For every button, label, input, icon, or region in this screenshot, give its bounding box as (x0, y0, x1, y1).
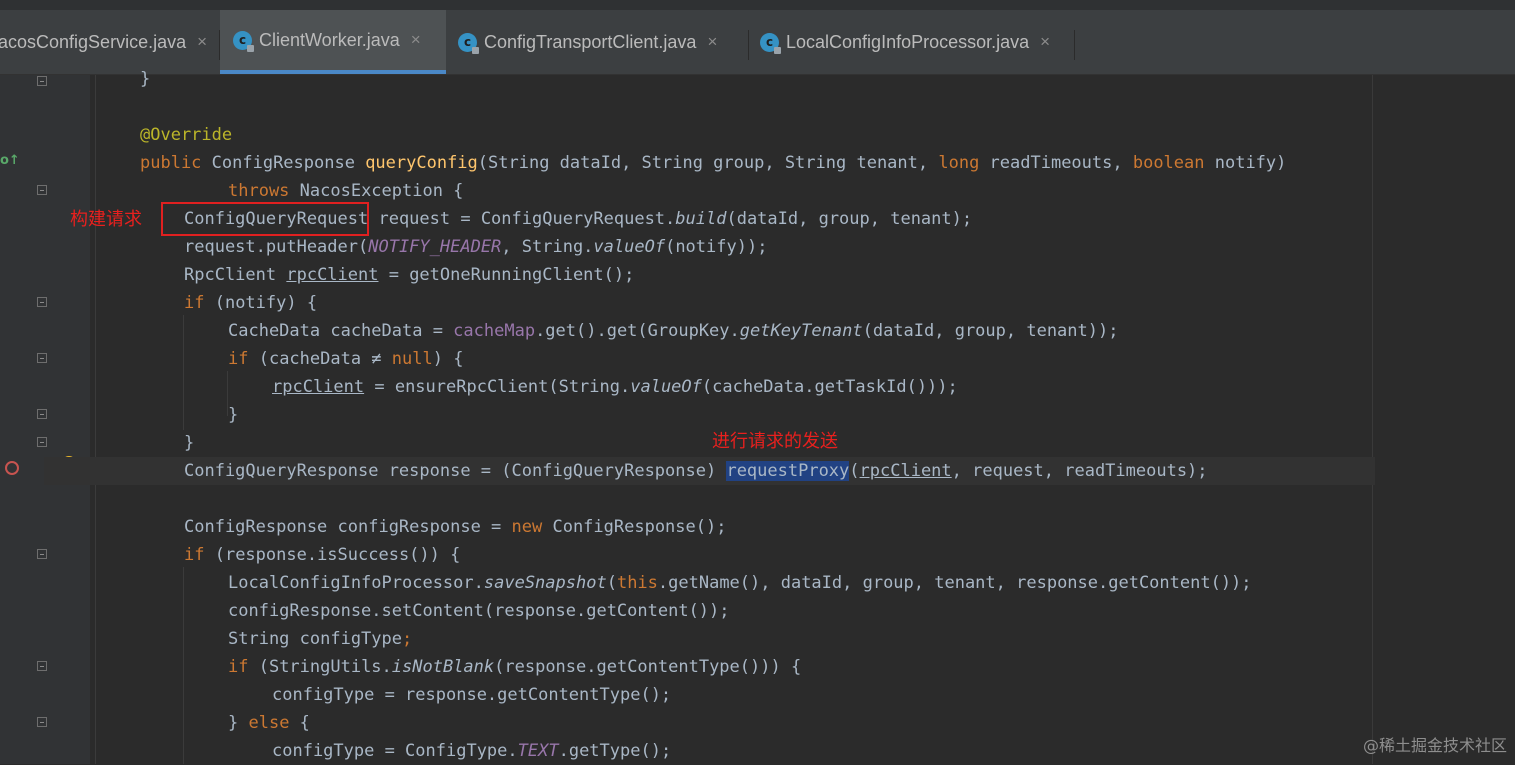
code-line: } (228, 405, 239, 425)
watermark: @稀土掘金技术社区 (1362, 736, 1507, 755)
java-class-icon: c (458, 32, 479, 54)
code-line: LocalConfigInfoProcessor.saveSnapshot(th… (228, 573, 1252, 593)
editor-tab-bar: acosConfigService.java × c ClientWorker.… (0, 10, 1515, 75)
selected-method-name: requestProxy (726, 461, 850, 481)
window-top-strip (0, 0, 1515, 10)
code-line: configType = response.getContentType(); (272, 685, 672, 705)
close-icon[interactable]: × (707, 32, 717, 52)
annotation-build-request: 构建请求 (70, 209, 142, 230)
code-line: throws NacosException { (228, 181, 464, 201)
code-line: if (StringUtils.isNotBlank(response.getC… (228, 657, 802, 677)
tab-client-worker[interactable]: c ClientWorker.java × (220, 10, 446, 74)
tab-label: ClientWorker.java (259, 29, 400, 50)
current-code-line: ConfigQueryResponse response = (ConfigQu… (44, 457, 1375, 485)
indent-guide (183, 315, 184, 430)
highlight-box (161, 202, 369, 236)
code-line: if (notify) { (184, 293, 318, 313)
code-line: } (140, 69, 151, 89)
tab-label: ConfigTransportClient.java (484, 31, 697, 52)
code-line: @Override (140, 125, 233, 145)
implements-method-icon[interactable]: o↑ (0, 153, 20, 168)
indent-guide (183, 567, 184, 764)
code-line: public ConfigResponse queryConfig(String… (140, 153, 1287, 173)
right-margin-guide (1372, 75, 1373, 764)
code-line: rpcClient = ensureRpcClient(String.value… (272, 377, 958, 397)
code-line: ConfigResponse configResponse = new Conf… (184, 517, 727, 537)
code-line: CacheData cacheData = cacheMap.get().get… (228, 321, 1119, 341)
code-line: configType = ConfigType.TEXT.getType(); (272, 741, 672, 761)
tab-divider (748, 30, 749, 60)
fold-marker[interactable] (37, 409, 47, 419)
tab-nacos-config-service[interactable]: acosConfigService.java × (0, 10, 207, 74)
fold-marker[interactable] (37, 353, 47, 363)
fold-marker[interactable] (37, 717, 47, 727)
code-line: String configType; (228, 629, 413, 649)
fold-marker[interactable] (37, 437, 47, 447)
tab-divider (1074, 30, 1075, 60)
tab-label: LocalConfigInfoProcessor.java (786, 31, 1030, 52)
code-line: if (response.isSuccess()) { (184, 545, 461, 565)
close-icon[interactable]: × (411, 30, 421, 50)
code-line: request.putHeader(NOTIFY_HEADER, String.… (184, 237, 768, 257)
annotation-send-request: 进行请求的发送 (712, 431, 838, 452)
fold-marker[interactable] (37, 549, 47, 559)
tab-config-transport-client[interactable]: c ConfigTransportClient.java × (458, 10, 717, 74)
indent-guide (95, 75, 96, 764)
java-class-icon: c (760, 32, 781, 54)
code-line: configResponse.setContent(response.getCo… (228, 601, 730, 621)
code-line: } else { (228, 713, 310, 733)
code-editor[interactable]: o↑ } @Override public ConfigResponse que… (0, 69, 1515, 764)
code-line: RpcClient rpcClient = getOneRunningClien… (184, 265, 635, 285)
tab-local-config-info-processor[interactable]: c LocalConfigInfoProcessor.java × (760, 10, 1050, 74)
code-line: if (cacheData ≠ null) { (228, 349, 464, 369)
code-line: } (184, 433, 195, 453)
fold-marker[interactable] (37, 297, 47, 307)
close-icon[interactable]: × (197, 32, 207, 52)
fold-marker[interactable] (37, 185, 47, 195)
breakpoint-icon[interactable] (5, 461, 19, 475)
fold-marker[interactable] (37, 661, 47, 671)
fold-marker[interactable] (37, 76, 47, 86)
close-icon[interactable]: × (1040, 32, 1050, 52)
java-class-icon: c (233, 30, 254, 52)
tab-label: acosConfigService.java (0, 31, 187, 52)
